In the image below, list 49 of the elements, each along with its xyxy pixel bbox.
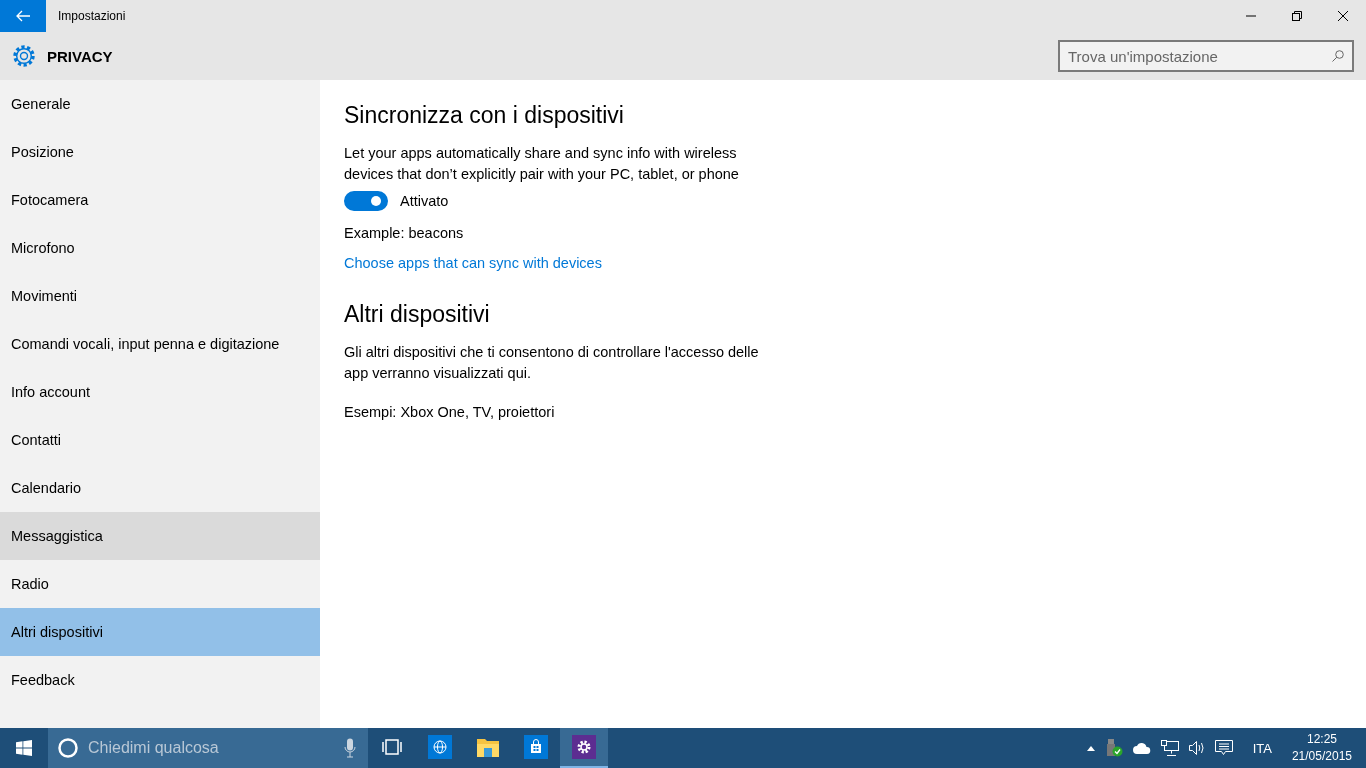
sidebar-item[interactable]: Microfono (0, 224, 320, 272)
windows-logo-icon (16, 740, 32, 756)
sidebar-item[interactable]: Comandi vocali, input penna e digitazione (0, 320, 320, 368)
usb-drive-icon[interactable] (1104, 739, 1123, 757)
task-view-icon (382, 739, 402, 755)
example-text: Example: beacons (344, 225, 465, 241)
microphone-icon[interactable] (344, 738, 356, 758)
settings-icon (572, 735, 596, 759)
sidebar-item[interactable]: Generale (0, 80, 320, 128)
window-title: Impostazioni (58, 9, 127, 23)
gear-icon (11, 43, 37, 69)
back-button[interactable] (0, 0, 46, 32)
close-icon (1338, 11, 1348, 21)
cloud-icon[interactable] (1132, 742, 1151, 754)
sidebar-item[interactable]: Messaggistica (0, 512, 320, 560)
taskbar-app-button[interactable] (560, 728, 608, 768)
restore-icon (1292, 11, 1302, 21)
network-icon[interactable] (1160, 740, 1179, 756)
search-icon (1332, 50, 1344, 62)
toggle-switch[interactable] (344, 191, 388, 211)
section-heading: Altri dispositivi (344, 301, 491, 328)
sidebar-item[interactable]: Calendario (0, 464, 320, 512)
page-title: PRIVACY (47, 47, 114, 65)
sidebar-item[interactable]: Feedback (0, 656, 320, 704)
sidebar-item[interactable]: Radio (0, 560, 320, 608)
clock-time[interactable]: 12:25 (1306, 731, 1337, 748)
cortana-search-field[interactable]: Chiedimi qualcosa (48, 728, 368, 768)
sidebar-item[interactable]: Info account (0, 368, 320, 416)
toggle-label: Attivato (400, 193, 449, 209)
sync-apps-link[interactable]: Choose apps that can sync with devices (344, 255, 1342, 271)
section-description: Gli altri dispositivi che ti consentono di controllare l'accesso delle app verranno visualizzati qui. (344, 343, 760, 383)
clock-date[interactable]: 21/05/2015 (1291, 748, 1352, 765)
volume-icon[interactable] (1188, 741, 1205, 755)
globe-icon (428, 735, 452, 759)
example-text: Esempi: Xbox One, TV, proiettori (344, 404, 556, 420)
sidebar-item[interactable]: Contatti (0, 416, 320, 464)
search-field[interactable]: Trova un'impostazione (1058, 40, 1354, 72)
shopping-bag-icon (524, 735, 548, 759)
sidebar-item[interactable]: Altri dispositivi (0, 608, 320, 656)
sidebar-item[interactable]: Movimenti (0, 272, 320, 320)
sidebar-item[interactable]: Posizione (0, 128, 320, 176)
sidebar-item[interactable]: Fotocamera (0, 176, 320, 224)
back-arrow-icon (16, 10, 30, 22)
section-description: Let your apps automatically share and sync info with wireless devices that don’t explicitly pair with your PC, tablet, or phone (344, 144, 740, 184)
folder-icon (476, 736, 500, 758)
language-indicator[interactable]: ITA (1252, 740, 1272, 756)
caret-icon[interactable] (1086, 745, 1095, 751)
notification-icon[interactable] (1214, 740, 1233, 756)
section-heading: Sincronizza con i dispositivi (344, 102, 625, 129)
